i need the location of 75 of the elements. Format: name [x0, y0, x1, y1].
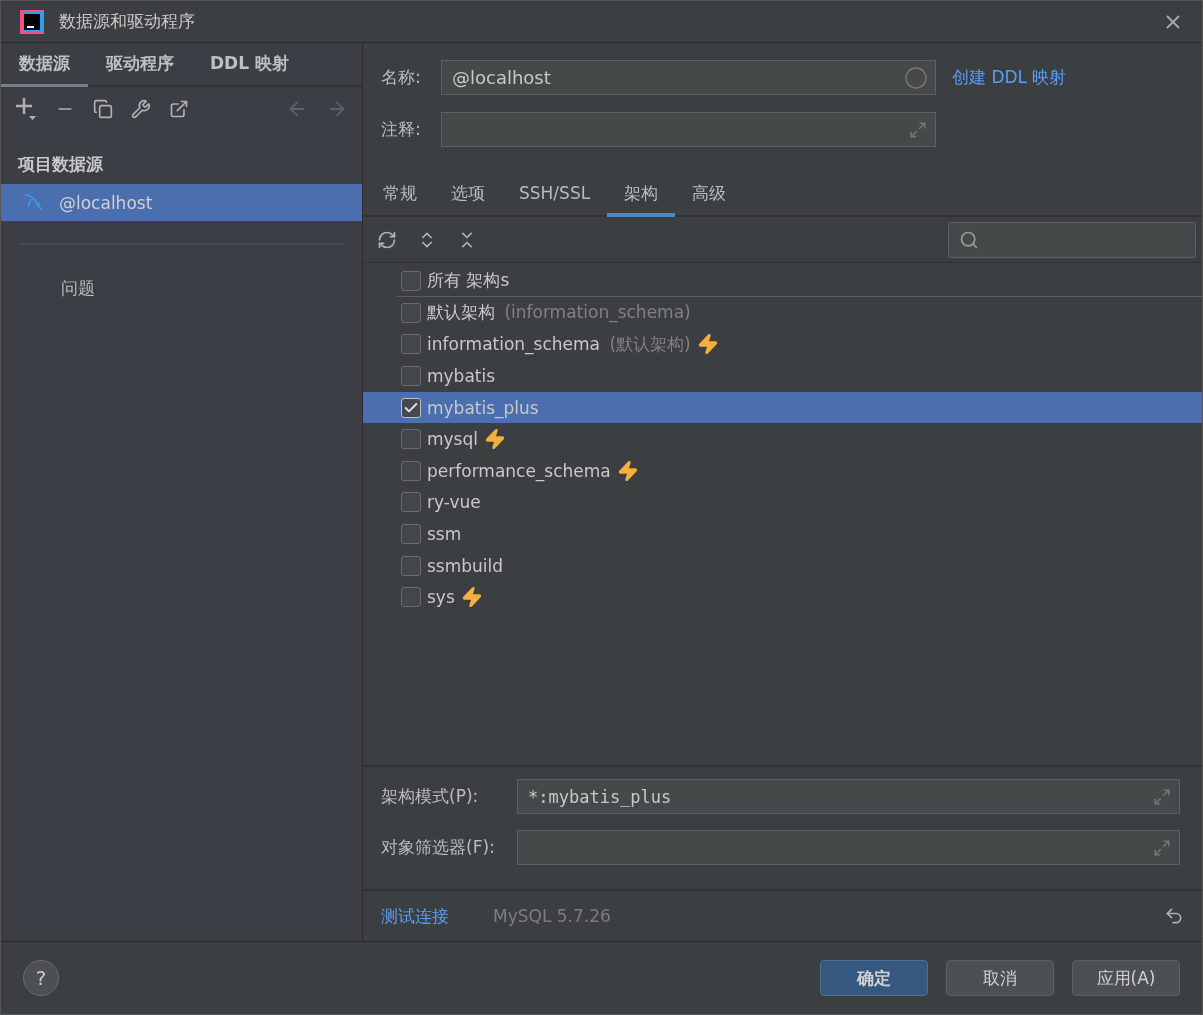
- checkbox[interactable]: [401, 492, 421, 513]
- app-logo-icon: [19, 8, 45, 35]
- checkbox[interactable]: [401, 523, 421, 544]
- checkbox[interactable]: [401, 366, 421, 386]
- schema-row[interactable]: ssm: [363, 518, 1202, 550]
- filter-field[interactable]: [517, 830, 1180, 865]
- comment-field[interactable]: [441, 112, 936, 147]
- tab[interactable]: 架构: [607, 173, 676, 217]
- wrench-icon[interactable]: [131, 99, 151, 119]
- expand-icon[interactable]: [909, 120, 927, 139]
- expand-icon[interactable]: [1153, 838, 1171, 857]
- help-button[interactable]: ?: [23, 960, 59, 996]
- problems-item[interactable]: 问题: [1, 267, 362, 310]
- comment-label: 注释:: [381, 118, 422, 141]
- tab[interactable]: 常规: [366, 173, 434, 217]
- checkbox[interactable]: [401, 460, 421, 481]
- schema-name: information_schema (默认架构): [427, 332, 691, 356]
- schema-row[interactable]: ry-vue: [363, 486, 1202, 519]
- dialog-button[interactable]: 确定: [820, 960, 928, 996]
- schema-name: mybatis_plus: [427, 397, 539, 418]
- search-icon: [959, 229, 979, 250]
- pattern-label: 架构模式(P):: [381, 785, 480, 808]
- tab[interactable]: 驱动程序: [88, 43, 192, 87]
- name-field[interactable]: @localhost: [441, 60, 936, 95]
- window-title: 数据源和驱动程序: [59, 10, 196, 33]
- schema-row[interactable]: sys: [363, 581, 1202, 613]
- checkbox[interactable]: [401, 302, 421, 323]
- dialog-button[interactable]: 应用(A): [1072, 960, 1180, 996]
- dialog-button[interactable]: 取消: [946, 960, 1054, 996]
- name-label: 名称:: [381, 66, 422, 89]
- checkbox[interactable]: [401, 555, 421, 576]
- checkbox[interactable]: [401, 334, 421, 355]
- schema-name: ry-vue: [427, 492, 481, 513]
- datasource-item[interactable]: @localhost: [1, 184, 362, 221]
- filter-label: 对象筛选器(F):: [381, 836, 496, 859]
- checkbox[interactable]: [401, 587, 421, 608]
- undo-icon[interactable]: [1164, 906, 1184, 926]
- tab[interactable]: SSH/SSL: [502, 173, 608, 217]
- schema-row[interactable]: mysql: [363, 423, 1202, 455]
- create-ddl-mapping-link[interactable]: 创建 DDL 映射: [952, 66, 1067, 89]
- schema-row[interactable]: 所有 架构s: [397, 265, 1202, 297]
- refresh-icon[interactable]: [377, 229, 397, 250]
- schema-row[interactable]: mybatis_plus: [363, 391, 1202, 424]
- export-icon[interactable]: [169, 99, 189, 119]
- checkbox[interactable]: [401, 429, 421, 450]
- section-header: 项目数据源: [16, 153, 104, 176]
- pattern-field[interactable]: *:mybatis_plus: [517, 779, 1180, 814]
- copy-icon[interactable]: [93, 99, 113, 119]
- schema-name: 所有 架构s: [427, 269, 510, 292]
- schema-row[interactable]: information_schema (默认架构): [363, 328, 1202, 361]
- expand-icon[interactable]: [1153, 787, 1171, 806]
- schema-name: 默认架构 (information_schema): [427, 301, 691, 325]
- schema-row[interactable]: 默认架构 (information_schema): [363, 297, 1202, 329]
- driver-version: MySQL 5.7.26: [493, 906, 612, 926]
- search-field[interactable]: [948, 221, 1196, 258]
- checkbox[interactable]: [401, 397, 421, 418]
- schema-name: mybatis: [427, 366, 496, 386]
- schema-row[interactable]: mybatis: [363, 360, 1202, 392]
- schema-name: mysql: [427, 429, 478, 450]
- tab[interactable]: 数据源: [1, 43, 88, 87]
- schema-row[interactable]: performance_schema: [363, 454, 1202, 487]
- circle-icon: [905, 66, 927, 89]
- schema-name: performance_schema: [427, 460, 611, 481]
- schema-row[interactable]: ssmbuild: [363, 549, 1202, 582]
- test-connection-link[interactable]: 测试连接: [381, 904, 449, 928]
- tab[interactable]: 高级: [675, 173, 744, 217]
- schema-name: sys: [427, 587, 455, 608]
- schema-name: ssmbuild: [427, 555, 504, 576]
- datasource-name: @localhost: [59, 192, 153, 213]
- schema-name: ssm: [427, 523, 462, 544]
- dolphin-icon: [23, 192, 45, 213]
- tab[interactable]: DDL 映射: [192, 43, 307, 87]
- add-icon[interactable]: [15, 96, 37, 122]
- tab[interactable]: 选项: [434, 173, 502, 217]
- checkbox[interactable]: [401, 270, 421, 291]
